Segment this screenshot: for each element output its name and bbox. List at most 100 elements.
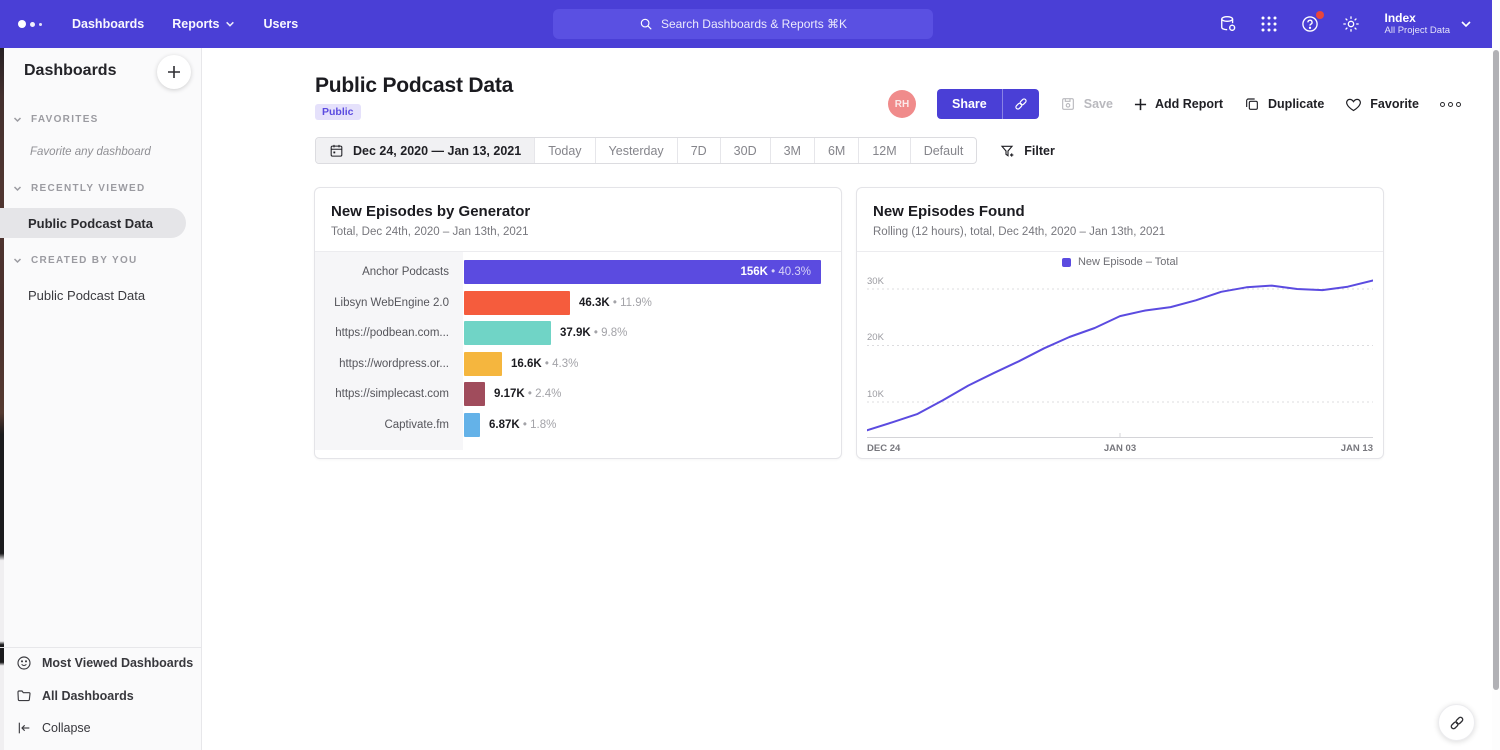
- bar: [464, 321, 551, 345]
- preset-7d[interactable]: 7D: [677, 138, 720, 163]
- left-edge-artifact: [0, 48, 4, 750]
- calendar-icon: [329, 143, 344, 158]
- sidebar-section-recently-viewed[interactable]: RECENTLY VIEWED: [13, 183, 146, 194]
- sidebar-section-created-by-you[interactable]: CREATED BY YOU: [13, 255, 138, 266]
- bar: [464, 291, 570, 315]
- duplicate-button[interactable]: Duplicate: [1244, 96, 1324, 112]
- apps-grid-icon[interactable]: [1258, 13, 1280, 35]
- chevron-down-icon: [1460, 18, 1472, 30]
- smiley-icon: [16, 655, 32, 671]
- more-options-button[interactable]: [1440, 102, 1461, 107]
- chart-legend: New Episode – Total: [857, 256, 1383, 268]
- filter-funnel-icon: [1000, 143, 1016, 159]
- card-title: New Episodes by Generator: [331, 203, 825, 220]
- date-range-button[interactable]: Dec 24, 2020 — Jan 13, 2021: [316, 138, 534, 163]
- x-tick-jan13: JAN 13: [1341, 443, 1373, 454]
- nav-item-reports[interactable]: Reports: [172, 17, 235, 31]
- card-new-episodes-by-generator: New Episodes by Generator Total, Dec 24t…: [314, 187, 842, 459]
- bar-chart: Anchor Podcasts156K • 40.3% Libsyn WebEng…: [315, 252, 841, 458]
- bar-value-label: 6.87K • 1.8%: [489, 413, 556, 437]
- filter-button[interactable]: Filter: [1000, 143, 1055, 159]
- settings-gear-icon[interactable]: [1340, 13, 1362, 35]
- share-split-button: Share: [937, 89, 1039, 119]
- search-placeholder: Search Dashboards & Reports ⌘K: [661, 17, 847, 31]
- sidebar-section-favorites[interactable]: FAVORITES: [13, 114, 99, 125]
- search-input[interactable]: Search Dashboards & Reports ⌘K: [553, 9, 933, 39]
- card-subtitle: Rolling (12 hours), total, Dec 24th, 202…: [873, 226, 1367, 238]
- sidebar-item-public-podcast-data[interactable]: Public Podcast Data: [28, 288, 145, 303]
- collapse-sidebar-button[interactable]: Collapse: [16, 720, 91, 736]
- card-new-episodes-found: New Episodes Found Rolling (12 hours), t…: [856, 187, 1384, 459]
- date-toolbar: Dec 24, 2020 — Jan 13, 2021 TodayYesterd…: [315, 137, 1055, 164]
- preset-12m[interactable]: 12M: [858, 138, 909, 163]
- most-viewed-dashboards-button[interactable]: Most Viewed Dashboards: [16, 655, 193, 671]
- link-icon: [1013, 96, 1029, 112]
- heart-icon: [1345, 96, 1362, 113]
- duplicate-icon: [1244, 96, 1260, 112]
- add-report-button[interactable]: Add Report: [1134, 97, 1223, 111]
- all-dashboards-button[interactable]: All Dashboards: [16, 688, 134, 704]
- sidebar-footer: Most Viewed Dashboards All Dashboards Co…: [0, 647, 201, 750]
- avatar[interactable]: RH: [888, 90, 916, 118]
- bar-row: Libsyn WebEngine 2.046.3K • 11.9%: [315, 291, 843, 315]
- bar-value-label: 37.9K • 9.8%: [560, 321, 627, 345]
- sidebar: Dashboards FAVORITES Favorite any dashbo…: [0, 48, 202, 750]
- add-dashboard-button[interactable]: [157, 55, 191, 89]
- collapse-icon: [16, 720, 32, 736]
- bar-row: Anchor Podcasts156K • 40.3%: [315, 260, 843, 284]
- bar-row: https://wordpress.or...16.6K • 4.3%: [315, 352, 843, 376]
- scrollbar-thumb[interactable]: [1493, 50, 1499, 690]
- x-tick-jan03: JAN 03: [867, 443, 1373, 454]
- bar-value-label: 156K • 40.3%: [464, 260, 811, 284]
- plot-area: 30K 20K 10K DEC 24 JAN 03 JAN 13: [867, 271, 1373, 455]
- card-title: New Episodes Found: [873, 203, 1367, 220]
- preset-yesterday[interactable]: Yesterday: [595, 138, 677, 163]
- card-subtitle: Total, Dec 24th, 2020 – Jan 13th, 2021: [331, 226, 825, 238]
- search-icon: [639, 17, 653, 31]
- plus-icon: [167, 65, 181, 79]
- floating-link-button[interactable]: [1438, 704, 1475, 741]
- public-badge: Public: [315, 104, 361, 120]
- legend-label: New Episode – Total: [1078, 256, 1178, 268]
- date-range-control: Dec 24, 2020 — Jan 13, 2021 TodayYesterd…: [315, 137, 977, 164]
- bar-category-label: Captivate.fm: [315, 413, 449, 437]
- chevron-down-icon: [13, 184, 22, 193]
- top-nav: Dashboards Reports Users Search Dashboards…: [0, 0, 1492, 48]
- card-header: New Episodes by Generator Total, Dec 24t…: [315, 188, 841, 252]
- project-scope: All Project Data: [1385, 25, 1450, 37]
- bar: [464, 352, 502, 376]
- share-button[interactable]: Share: [937, 89, 1002, 119]
- project-name: Index: [1385, 11, 1450, 25]
- preset-today[interactable]: Today: [534, 138, 594, 163]
- preset-6m[interactable]: 6M: [814, 138, 858, 163]
- bar-category-label: https://wordpress.or...: [315, 352, 449, 376]
- chevron-down-icon: [13, 256, 22, 265]
- bar-row: Captivate.fm 6.87K • 1.8%: [315, 413, 843, 437]
- preset-default[interactable]: Default: [910, 138, 977, 163]
- project-switcher[interactable]: Index All Project Data: [1385, 11, 1472, 37]
- favorite-button[interactable]: Favorite: [1345, 96, 1419, 113]
- preset-30d[interactable]: 30D: [720, 138, 770, 163]
- save-button[interactable]: Save: [1060, 96, 1113, 112]
- bar-row: https://simplecast.com 9.17K • 2.4%: [315, 382, 843, 406]
- link-icon: [1448, 714, 1466, 732]
- plus-icon: [1134, 98, 1147, 111]
- bar-value-label: 9.17K • 2.4%: [494, 382, 561, 406]
- header-actions: RH Share Save Add Report Duplicate: [888, 89, 1461, 119]
- preset-3m[interactable]: 3M: [770, 138, 814, 163]
- notification-badge: [1316, 11, 1324, 19]
- y-tick-20k: 20K: [867, 332, 884, 343]
- share-link-button[interactable]: [1002, 89, 1039, 119]
- line-chart-svg: [867, 271, 1373, 438]
- data-sources-icon[interactable]: [1217, 13, 1239, 35]
- help-icon[interactable]: [1299, 13, 1321, 35]
- nav-item-dashboards[interactable]: Dashboards: [72, 17, 144, 31]
- sidebar-item-public-podcast-data-selected[interactable]: Public Podcast Data: [0, 208, 186, 238]
- scrollbar-track: [1492, 0, 1500, 750]
- folder-icon: [16, 688, 32, 704]
- nav-item-users[interactable]: Users: [263, 17, 298, 31]
- page-title: Public Podcast Data: [315, 74, 513, 98]
- bar-category-label: https://simplecast.com: [315, 382, 449, 406]
- x-axis-labels: DEC 24 JAN 03 JAN 13: [867, 443, 1373, 457]
- sidebar-title: Dashboards: [24, 62, 116, 80]
